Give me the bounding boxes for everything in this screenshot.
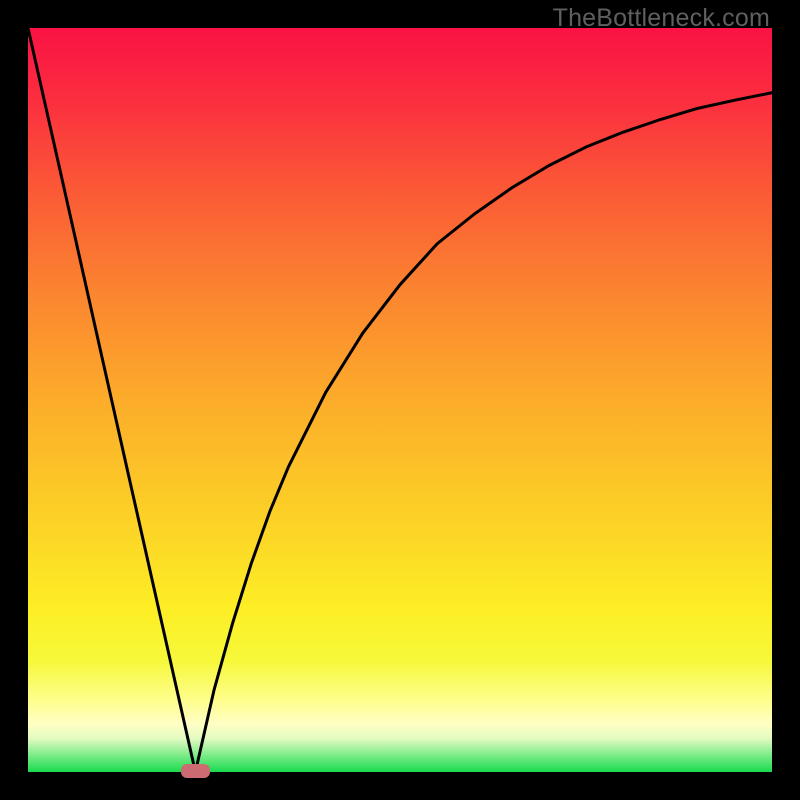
optimum-marker (181, 764, 211, 777)
bottleneck-curve (28, 28, 772, 772)
chart-frame: TheBottleneck.com (0, 0, 800, 800)
plot-area (28, 28, 772, 772)
watermark-text: TheBottleneck.com (553, 4, 770, 33)
